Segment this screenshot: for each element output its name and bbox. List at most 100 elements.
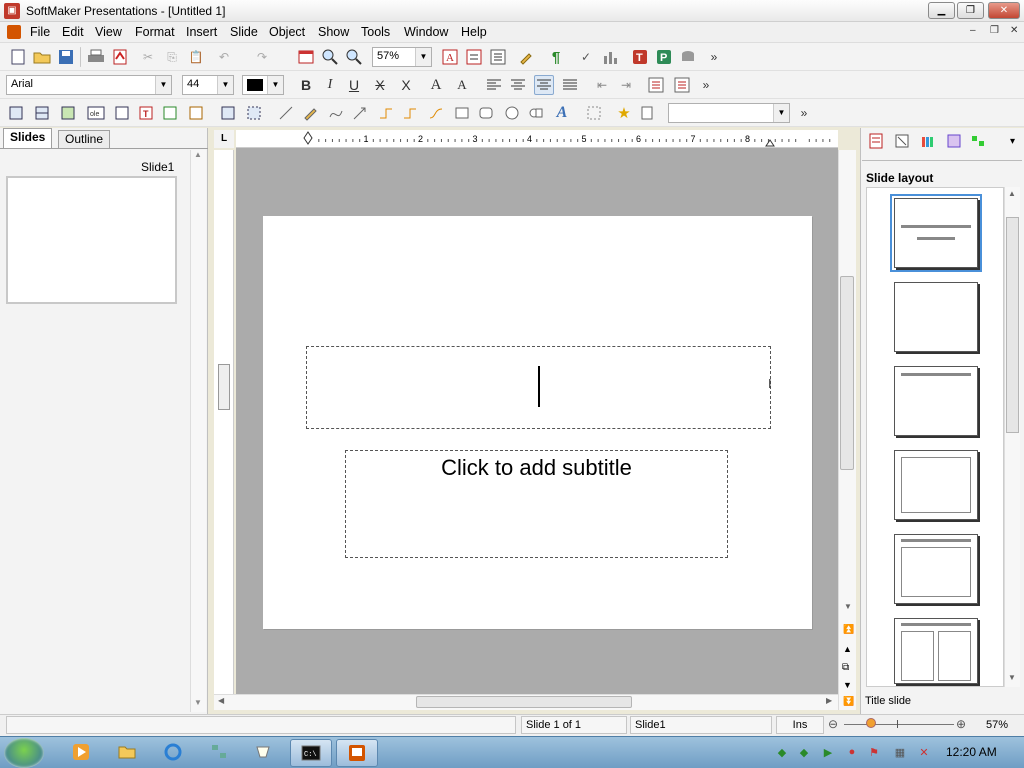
- network-icon[interactable]: [206, 740, 232, 764]
- subtitle-placeholder[interactable]: Click to add subtitle: [345, 450, 728, 558]
- design-panel-icon[interactable]: [892, 131, 912, 151]
- zoom-slider-thumb[interactable]: [866, 718, 876, 728]
- tray-network-icon[interactable]: ▦: [892, 744, 908, 760]
- internet-explorer-icon[interactable]: [160, 740, 186, 764]
- font-size-combo[interactable]: 44 ▼: [182, 75, 234, 95]
- tray-flag-icon[interactable]: ⚑: [866, 744, 882, 760]
- curve-tool-icon[interactable]: [326, 103, 346, 123]
- italic-button[interactable]: I: [320, 75, 340, 95]
- taskbar-console-app[interactable]: C:\: [290, 739, 332, 767]
- picture-frame-icon[interactable]: [58, 103, 78, 123]
- media-player-icon[interactable]: [68, 740, 94, 764]
- copy-icon[interactable]: ⎘: [162, 47, 182, 67]
- scroll-up-icon[interactable]: ▲: [194, 150, 202, 159]
- doc-close-button[interactable]: ✕: [1010, 25, 1018, 36]
- panel-menu-button[interactable]: ▾: [1010, 136, 1015, 147]
- list-frame-icon[interactable]: [488, 47, 508, 67]
- next-slide-icon[interactable]: ▼: [843, 680, 852, 690]
- connector-tool-icon[interactable]: [376, 103, 396, 123]
- align-center-icon[interactable]: [508, 75, 528, 95]
- decrease-indent-icon[interactable]: ⇤: [592, 75, 612, 95]
- scroll-down-icon[interactable]: ▼: [194, 698, 202, 707]
- textmaker-icon[interactable]: T: [630, 47, 650, 67]
- horizontal-ruler[interactable]: 1 2 3 4 5 6 7 8: [236, 130, 838, 148]
- slide-overview-icon[interactable]: ⧉: [842, 662, 849, 673]
- align-center-active-icon[interactable]: [534, 75, 554, 95]
- text-color-combo[interactable]: ▼: [242, 75, 284, 95]
- minimize-button[interactable]: ▁: [928, 2, 955, 19]
- select-frame-icon[interactable]: [584, 103, 604, 123]
- start-button[interactable]: [4, 738, 44, 768]
- print-icon[interactable]: [86, 47, 106, 67]
- menu-help[interactable]: Help: [461, 25, 487, 39]
- tray-update-icon[interactable]: ◆: [774, 744, 790, 760]
- tray-antivirus-icon[interactable]: ●: [844, 744, 860, 760]
- text-frame-icon[interactable]: A: [440, 47, 460, 67]
- doc-restore-button[interactable]: ❐: [990, 25, 999, 36]
- zoom-combo[interactable]: 57% ▼: [372, 47, 432, 67]
- bold-button[interactable]: B: [296, 75, 316, 95]
- textmaker-object-icon[interactable]: T: [136, 103, 156, 123]
- color-scheme-icon[interactable]: [918, 131, 938, 151]
- menu-edit[interactable]: Edit: [62, 25, 84, 39]
- menu-tools[interactable]: Tools: [361, 25, 390, 39]
- layout-title-content[interactable]: [894, 534, 978, 604]
- status-insert-mode[interactable]: Ins: [776, 716, 824, 734]
- chevron-down-icon[interactable]: ▼: [415, 48, 431, 66]
- paste-icon[interactable]: 📋: [186, 47, 206, 67]
- menu-file[interactable]: File: [30, 25, 50, 39]
- frame-tool-icon[interactable]: [6, 103, 26, 123]
- scroll-up-icon[interactable]: ▲: [1008, 189, 1016, 198]
- save-icon[interactable]: [56, 47, 76, 67]
- slides-scrollbar[interactable]: ▲ ▼: [190, 150, 206, 712]
- chevron-down-icon[interactable]: ▼: [267, 76, 283, 94]
- zoom-in-icon[interactable]: [320, 47, 340, 67]
- taskbar-presentations-app[interactable]: [336, 739, 378, 767]
- increase-indent-icon[interactable]: ⇥: [616, 75, 636, 95]
- menu-insert[interactable]: Insert: [186, 25, 217, 39]
- object-style-combo[interactable]: ▼: [668, 103, 790, 123]
- tray-sync-icon[interactable]: ◆: [796, 744, 812, 760]
- rounded-rectangle-tool-icon[interactable]: [476, 103, 496, 123]
- frame-properties-icon[interactable]: [638, 103, 658, 123]
- document-icon[interactable]: [7, 25, 21, 39]
- layout-two-content[interactable]: [894, 618, 978, 684]
- grow-font-button[interactable]: A: [426, 75, 446, 95]
- menu-object[interactable]: Object: [269, 25, 305, 39]
- scroll-down-icon[interactable]: ▼: [844, 602, 852, 611]
- arrow-tool-icon[interactable]: [350, 103, 370, 123]
- chevron-down-icon[interactable]: ▼: [217, 76, 233, 94]
- horizontal-scroll-thumb[interactable]: [416, 696, 632, 708]
- right-indent-marker[interactable]: [765, 139, 775, 147]
- rectangle-tool-icon[interactable]: [452, 103, 472, 123]
- curved-connector-icon[interactable]: [426, 103, 446, 123]
- justify-icon[interactable]: [560, 75, 580, 95]
- insert-object-icon[interactable]: [112, 103, 132, 123]
- insert-frame-icon[interactable]: [464, 47, 484, 67]
- strikethrough-button[interactable]: X: [370, 75, 390, 95]
- align-left-icon[interactable]: [484, 75, 504, 95]
- tray-play-icon[interactable]: ▶: [820, 744, 836, 760]
- cut-icon[interactable]: ✂: [138, 47, 158, 67]
- zoom-out-icon[interactable]: ⊖: [828, 717, 838, 731]
- layout-scrollbar[interactable]: ▲ ▼: [1004, 187, 1020, 687]
- ungroup-frames-icon[interactable]: [244, 103, 264, 123]
- layout-content[interactable]: [894, 450, 978, 520]
- ellipse-tool-icon[interactable]: [502, 103, 522, 123]
- slide-thumbnail[interactable]: [6, 176, 177, 304]
- menu-format[interactable]: Format: [135, 25, 175, 39]
- master-panel-icon[interactable]: [944, 131, 964, 151]
- tab-slides[interactable]: Slides: [3, 128, 53, 148]
- messenger-icon[interactable]: [250, 740, 276, 764]
- menu-window[interactable]: Window: [404, 25, 448, 39]
- maximize-button[interactable]: ❐: [957, 2, 984, 19]
- textart-tool-icon[interactable]: A: [552, 103, 572, 123]
- menu-show[interactable]: Show: [318, 25, 349, 39]
- vertical-ruler-marker[interactable]: [218, 364, 230, 410]
- pdf-export-icon[interactable]: [110, 47, 130, 67]
- calendar-icon[interactable]: [296, 47, 316, 67]
- vertical-ruler[interactable]: [214, 150, 234, 696]
- layout-blank[interactable]: [894, 282, 978, 352]
- font-name-combo[interactable]: Arial ▼: [6, 75, 172, 95]
- spellcheck-icon[interactable]: ✓: [576, 47, 596, 67]
